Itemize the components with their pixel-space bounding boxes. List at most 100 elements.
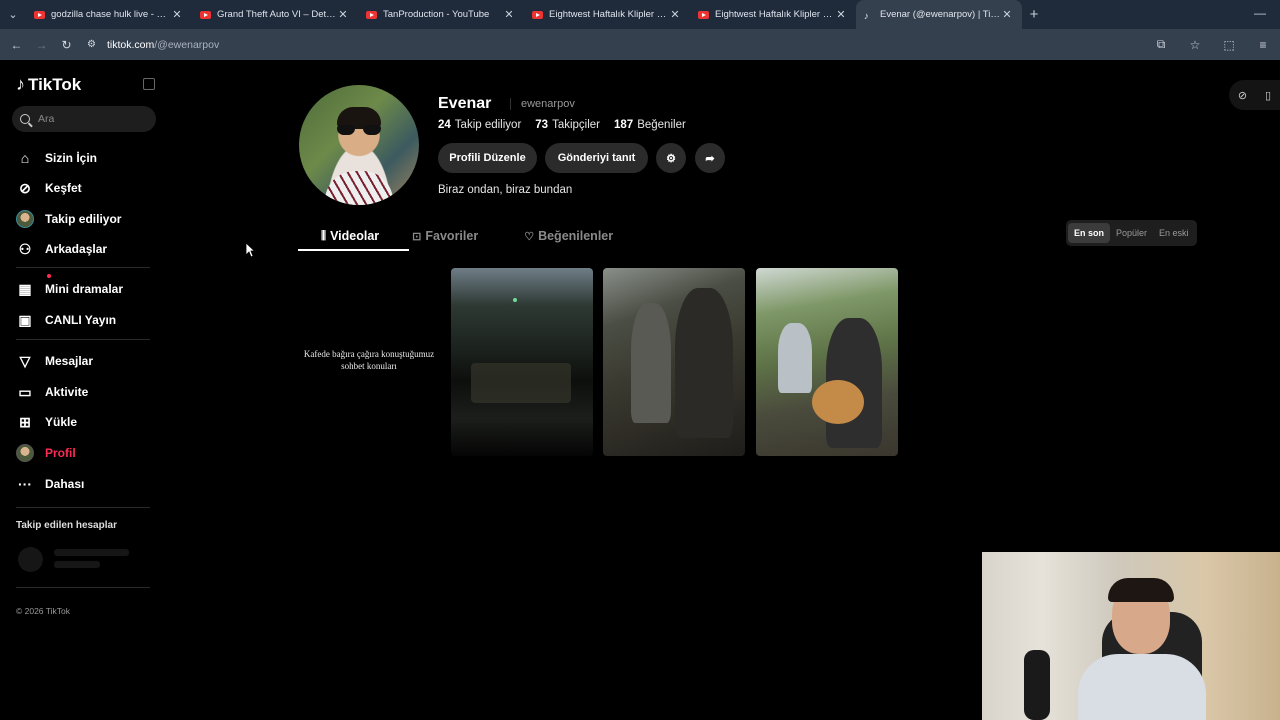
url-field[interactable]: ⚙ tiktok.com/@ewenarpov — [87, 39, 219, 51]
promote-post-button[interactable]: Gönderiyi tanıt — [545, 143, 648, 173]
sidebar-item-more[interactable]: ··· Dahası — [16, 471, 156, 497]
following-avatar-icon — [16, 210, 34, 228]
tab-title: Eightwest Haftalık Klipler #2 | E — [715, 9, 834, 20]
account-skeleton-avatar — [18, 547, 43, 572]
sidebar-item-following[interactable]: Takip ediliyor — [16, 206, 156, 232]
tab-title: TanProduction - YouTube — [383, 9, 490, 20]
sort-toggle: En son Popüler En eski — [1066, 220, 1197, 246]
site-info-icon[interactable]: ⚙ — [87, 39, 99, 51]
tab-liked[interactable]: ♡ Beğenilenler — [478, 222, 613, 250]
person-figure — [675, 288, 733, 438]
sidebar-item-label: Takip ediliyor — [45, 212, 122, 226]
sidebar-item-mini-dramas[interactable]: ▦ Mini dramalar — [16, 274, 156, 302]
forward-button[interactable]: → — [29, 38, 54, 52]
sidebar-item-for-you[interactable]: ⌂ Sizin İçin — [16, 145, 156, 171]
logo-text: TikTok — [28, 74, 82, 94]
video-thumbnail[interactable] — [756, 268, 898, 456]
following-stat[interactable]: 24 Takip ediliyor — [438, 119, 521, 131]
settings-gear-icon[interactable]: ⚙ — [656, 143, 686, 173]
install-app-icon[interactable]: ⧉ — [1144, 37, 1178, 52]
tab-favorites[interactable]: ⊡ Favoriler — [379, 222, 478, 250]
tab-title: Evenar (@ewenarpov) | TikTok — [880, 9, 1000, 20]
sort-oldest[interactable]: En eski — [1153, 223, 1195, 243]
followers-label: Takipçiler — [552, 119, 601, 131]
profile-name: Evenar — [438, 95, 492, 112]
sidebar-item-label: CANLI Yayın — [45, 313, 117, 327]
search-icon — [20, 114, 30, 124]
browser-tab-active[interactable]: ♪ Evenar (@ewenarpov) | TikTok ✕ — [856, 0, 1022, 29]
followers-count: 73 — [535, 119, 549, 131]
sidebar-item-explore[interactable]: ⊘ Keşfet — [16, 175, 156, 201]
compass-icon[interactable]: ⊘ — [1238, 89, 1247, 102]
sidebar-item-live[interactable]: ▣ CANLI Yayın — [16, 307, 156, 333]
search-bar[interactable] — [12, 106, 156, 132]
followed-accounts-heading: Takip edilen hesaplar — [16, 520, 117, 531]
video-caption: Kafede bağıra çağıra konuştuğumuz sohbet… — [303, 349, 435, 371]
tab-label: Beğenilenler — [538, 229, 614, 243]
live-icon: ▣ — [18, 311, 32, 328]
sidebar-item-label: Yükle — [45, 415, 78, 429]
share-arrow-icon[interactable]: ➦ — [695, 143, 725, 173]
webcam-person-body — [1078, 654, 1206, 720]
close-icon[interactable]: ✕ — [336, 8, 350, 21]
menu-icon[interactable]: ≡ — [1246, 38, 1280, 52]
profile-stats: 24 Takip ediliyor 73 Takipçiler 187 Beğenil… — [438, 119, 700, 131]
guitar — [812, 380, 864, 424]
video-thumbnail[interactable] — [603, 268, 745, 456]
mobile-device-icon[interactable]: ▯ — [1265, 89, 1271, 102]
followers-stat[interactable]: 73 Takipçiler — [535, 119, 600, 131]
sort-popular[interactable]: Popüler — [1110, 223, 1153, 243]
close-icon[interactable]: ✕ — [834, 8, 848, 21]
tab-search-chevron-icon[interactable]: ⌄ — [0, 0, 26, 29]
browser-tab[interactable]: Grand Theft Auto VI – Detaylı B✕ — [192, 0, 358, 29]
close-icon[interactable]: ✕ — [502, 8, 516, 21]
search-input[interactable] — [38, 113, 138, 125]
new-tab-button[interactable]: + — [1022, 6, 1046, 23]
sidebar-collapse-icon[interactable] — [143, 78, 155, 90]
sidebar-item-profile[interactable]: Profil — [16, 440, 156, 466]
back-button[interactable]: ← — [4, 38, 29, 52]
account-skeleton-line — [54, 549, 129, 556]
sidebar-item-label: Dahası — [45, 477, 85, 491]
tab-videos[interactable]: ⫼ Videolar — [299, 222, 379, 250]
active-tab-underline — [298, 249, 409, 251]
sidebar-item-messages[interactable]: ▽ Mesajlar — [16, 348, 156, 374]
tiktok-logo[interactable]: ♪ TikTok — [16, 74, 81, 95]
youtube-icon — [366, 10, 377, 19]
send-icon: ▽ — [19, 352, 31, 369]
profile-bio: Biraz ondan, biraz bundan — [438, 184, 573, 196]
profile-avatar[interactable] — [299, 85, 419, 205]
browser-tab[interactable]: godzilla chase hulk live - YouTube✕ — [26, 0, 192, 29]
tab-title: godzilla chase hulk live - YouTube — [51, 9, 170, 20]
video-thumbnail[interactable] — [451, 268, 593, 456]
sidebar-item-upload[interactable]: ⊞ Yükle — [16, 409, 156, 435]
close-icon[interactable]: ✕ — [1000, 8, 1014, 21]
close-icon[interactable]: ✕ — [668, 8, 682, 21]
video-thumbnail[interactable]: Kafede bağıra çağıra konuştuğumuz sohbet… — [298, 268, 440, 456]
extensions-icon[interactable]: ⬚ — [1212, 38, 1246, 52]
browser-tab[interactable]: Eightwest Haftalık Klipler #1 | E✕ — [524, 0, 690, 29]
youtube-icon — [532, 10, 543, 19]
address-bar: ← → ↻ ⚙ tiktok.com/@ewenarpov ⧉ ☆ ⬚ ≡ — [0, 29, 1280, 60]
sidebar-item-friends[interactable]: ⚇ Arkadaşlar — [16, 236, 156, 262]
compass-icon: ⊘ — [19, 179, 31, 196]
sidebar-item-label: Mesajlar — [45, 354, 94, 368]
browser-tab[interactable]: TanProduction - YouTube ✕ — [358, 0, 524, 29]
avatar-sunglasses — [337, 125, 381, 135]
sidebar-item-activity[interactable]: ▭ Aktivite — [16, 379, 156, 405]
close-icon[interactable]: ✕ — [170, 8, 184, 21]
account-skeleton-line — [54, 561, 100, 568]
floating-side-controls: ⊘ ▯ — [1229, 80, 1280, 110]
minimize-button[interactable]: — — [1254, 6, 1266, 20]
tab-title: Eightwest Haftalık Klipler #1 | E — [549, 9, 668, 20]
grid-icon: ⫼ — [321, 229, 327, 242]
reload-button[interactable]: ↻ — [54, 38, 79, 52]
friends-icon: ⚇ — [18, 240, 32, 257]
notification-dot — [47, 274, 51, 278]
sort-latest[interactable]: En son — [1068, 223, 1111, 243]
edit-profile-button[interactable]: Profili Düzenle — [438, 143, 537, 173]
browser-tab[interactable]: Eightwest Haftalık Klipler #2 | E✕ — [690, 0, 856, 29]
sidebar-item-label: Arkadaşlar — [45, 242, 108, 256]
sidebar-divider — [16, 339, 150, 340]
bookmark-star-icon[interactable]: ☆ — [1178, 38, 1212, 52]
